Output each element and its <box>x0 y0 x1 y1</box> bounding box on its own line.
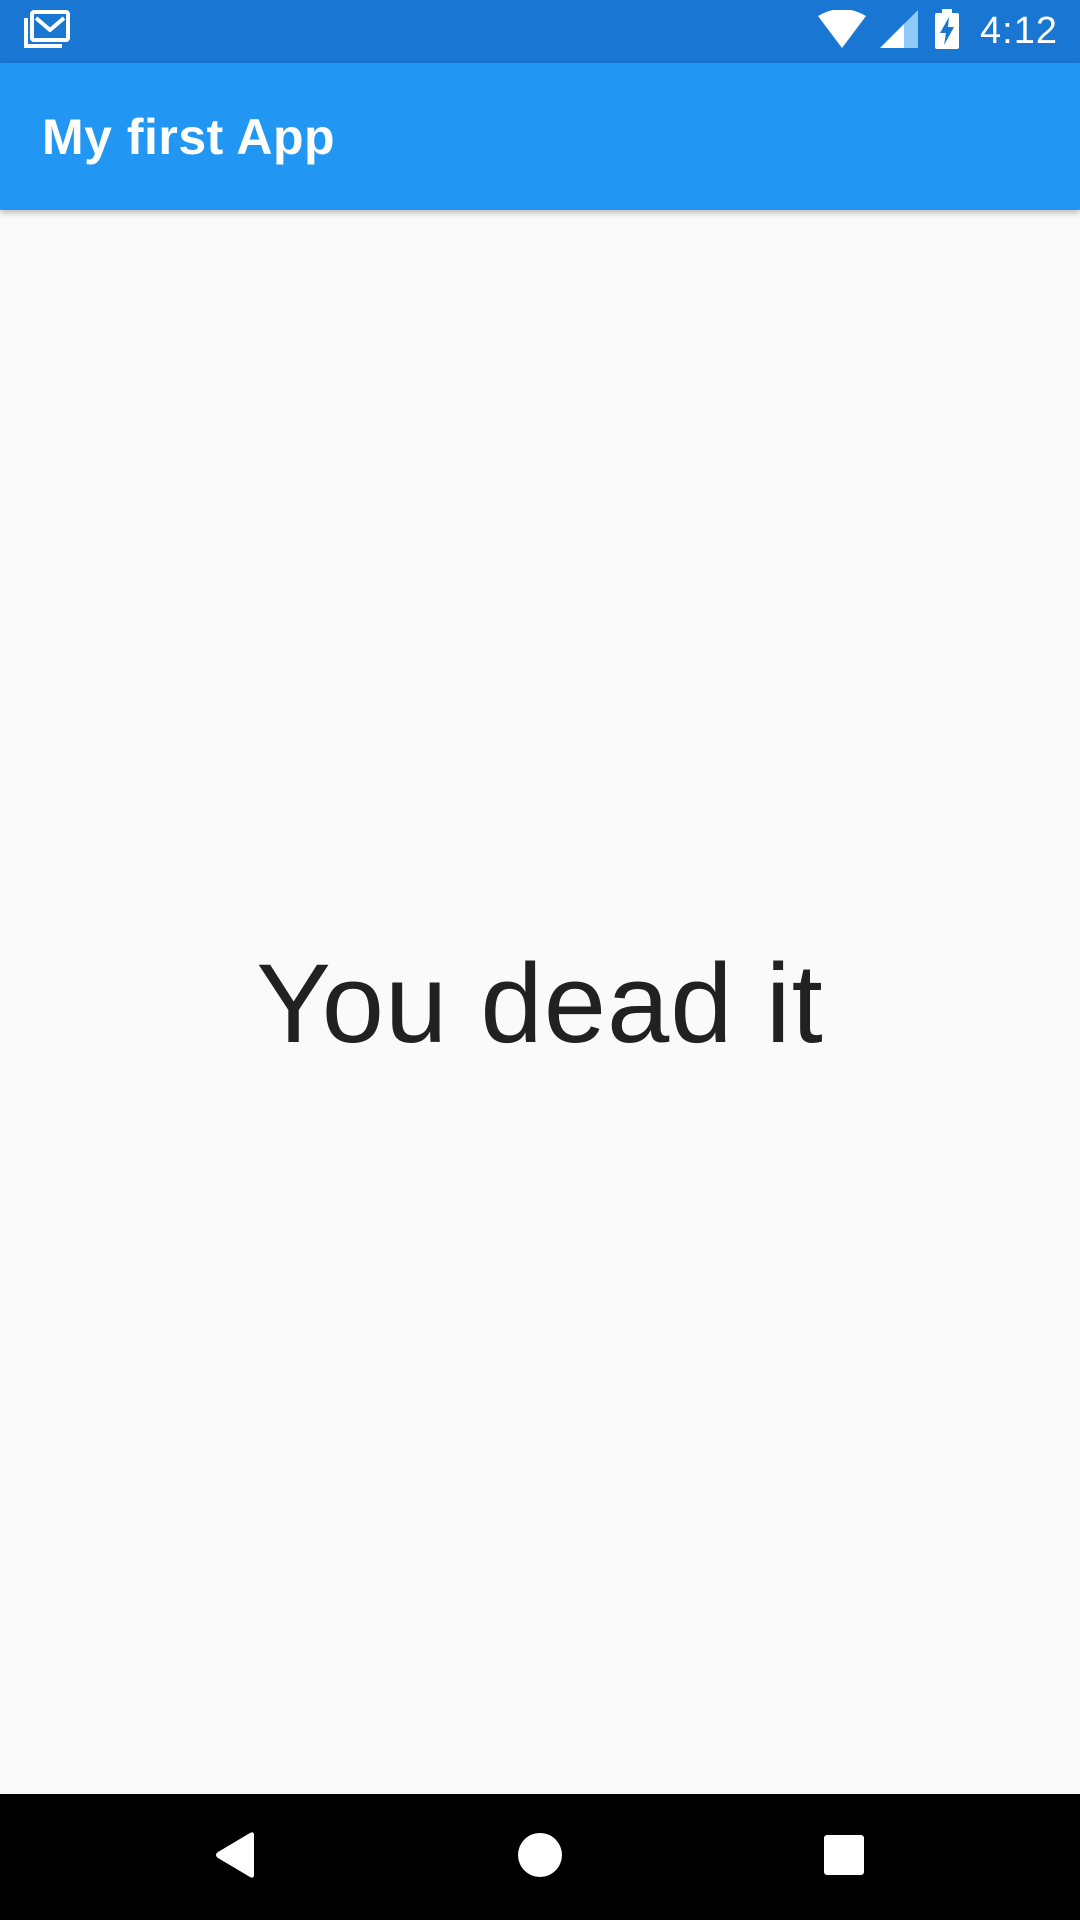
status-time: 4:12 <box>980 10 1058 52</box>
home-icon <box>517 1832 563 1883</box>
status-right: 4:12 <box>818 9 1058 54</box>
navigation-bar <box>0 1794 1080 1920</box>
back-button[interactable] <box>176 1794 296 1920</box>
recents-icon <box>823 1834 865 1881</box>
back-icon <box>214 1831 258 1884</box>
app-screen: 4:12 My first App You dead it <box>0 0 1080 1920</box>
status-bar: 4:12 <box>0 0 1080 63</box>
center-message: You dead it <box>256 941 824 1066</box>
cellular-signal-icon <box>880 10 920 53</box>
app-bar: My first App <box>0 63 1080 210</box>
main-content: You dead it <box>0 210 1080 1794</box>
home-button[interactable] <box>480 1794 600 1920</box>
recents-button[interactable] <box>784 1794 904 1920</box>
wifi-icon <box>818 9 867 53</box>
app-title: My first App <box>42 108 336 165</box>
gmail-icon <box>24 10 70 53</box>
status-left <box>24 10 70 53</box>
battery-charging-icon <box>934 9 960 54</box>
